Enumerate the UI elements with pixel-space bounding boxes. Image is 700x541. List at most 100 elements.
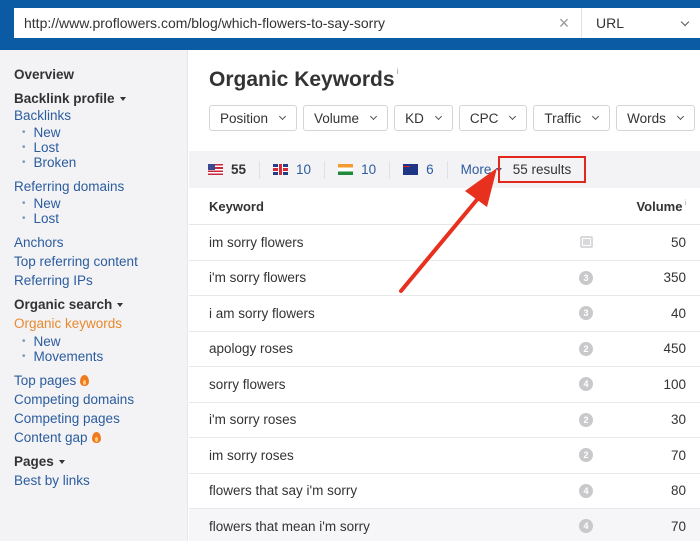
chevron-down-icon <box>434 112 442 121</box>
country-au[interactable]: 6 <box>403 160 448 179</box>
fire-icon <box>91 432 101 443</box>
section-label: Backlink profile <box>14 91 115 106</box>
filter-label: Volume <box>314 110 360 126</box>
volume-value: 80 <box>670 483 686 499</box>
sidebar-section-pages[interactable]: Pages <box>14 454 187 469</box>
in-flag-icon <box>338 164 354 175</box>
bullet-icon: • <box>22 198 26 209</box>
bullet-icon: • <box>22 351 26 362</box>
title-text: Organic Keywords <box>209 68 395 91</box>
serp-features-count-badge[interactable]: 2 <box>579 448 593 463</box>
sidebar-item-competing-pages[interactable]: Competing pages <box>14 411 187 426</box>
serp-features-count-badge[interactable]: 3 <box>579 306 593 321</box>
clear-icon[interactable]: × <box>547 8 581 38</box>
info-icon[interactable]: i <box>397 67 399 76</box>
keyword-link[interactable]: apology roses <box>209 341 579 356</box>
more-countries-button[interactable]: More <box>461 162 503 177</box>
more-label: More <box>460 162 492 177</box>
keyword-link[interactable]: flowers that say i'm sorry <box>209 483 579 498</box>
sidebar-item-referring-domains[interactable]: Referring domains <box>14 179 187 194</box>
chevron-down-icon <box>370 112 378 121</box>
results-count-highlight: 55 results <box>498 156 586 183</box>
keyword-link[interactable]: i'm sorry roses <box>209 412 579 427</box>
sidebar-item-anchors[interactable]: Anchors <box>14 235 187 250</box>
gb-flag-icon <box>273 164 289 175</box>
filter-label: CPC <box>469 110 499 126</box>
country-in[interactable]: 10 <box>338 160 391 179</box>
image-serp-feature-icon[interactable] <box>580 236 593 249</box>
volume-value: 40 <box>670 305 686 321</box>
sidebar-item-backlinks-lost[interactable]: • Lost <box>14 140 187 155</box>
keyword-link[interactable]: sorry flowers <box>209 377 579 392</box>
serp-features-count-badge[interactable]: 4 <box>579 519 593 534</box>
volume-value: 30 <box>670 412 686 428</box>
sidebar: Overview Backlink profile Backlinks • New… <box>0 50 188 541</box>
sidebar-item-organic-keywords-new[interactable]: • New <box>14 334 187 349</box>
item-label: Movements <box>33 349 104 364</box>
item-label: Top pages <box>14 373 77 388</box>
sidebar-item-referring-ips[interactable]: Referring IPs <box>14 273 187 288</box>
table-body: im sorry flowers 50 i'm sorry flowers 3 350 i… <box>189 225 700 541</box>
country-bar: 55 10 10 6 More 55 results <box>189 151 700 188</box>
filter-kd[interactable]: KD <box>394 105 453 131</box>
mode-select-value: URL <box>596 15 625 31</box>
chevron-down-icon <box>278 112 287 121</box>
sidebar-item-content-gap[interactable]: Content gap <box>14 430 187 445</box>
table-row: flowers that mean i'm sorry 4 70 <box>189 509 700 541</box>
caret-down-icon <box>58 460 65 464</box>
sidebar-section-organic-search[interactable]: Organic search <box>14 297 187 312</box>
filter-label: Position <box>220 110 269 126</box>
volume-value: 70 <box>670 447 686 463</box>
url-input[interactable] <box>14 8 547 38</box>
table-row: i am sorry flowers 3 40 <box>189 296 700 332</box>
mode-select[interactable]: URL <box>581 8 700 38</box>
item-label: New <box>33 125 61 140</box>
info-icon[interactable]: i <box>684 200 686 207</box>
keyword-link[interactable]: i'm sorry flowers <box>209 270 579 285</box>
serp-features-count-badge[interactable]: 4 <box>579 483 593 498</box>
sidebar-item-best-by-links[interactable]: Best by links <box>14 473 187 488</box>
keyword-link[interactable]: i am sorry flowers <box>209 306 579 321</box>
main-content: Organic Keywords i Position Volume KD CPC… <box>189 50 700 541</box>
chevron-down-icon <box>676 112 684 121</box>
sidebar-section-backlink-profile[interactable]: Backlink profile <box>14 91 187 106</box>
serp-features-count-badge[interactable]: 4 <box>579 377 593 392</box>
sidebar-item-backlinks-new[interactable]: • New <box>14 125 187 140</box>
sidebar-item-overview[interactable]: Overview <box>14 67 187 82</box>
country-count: 10 <box>361 162 377 177</box>
bullet-icon: • <box>22 127 26 138</box>
keywords-table: Keyword Volume i im sorry flowers 50 i'm so… <box>189 188 700 541</box>
serp-features-count-badge[interactable]: 2 <box>579 341 593 356</box>
country-gb[interactable]: 10 <box>273 160 326 179</box>
keyword-link[interactable]: im sorry roses <box>209 448 579 463</box>
bullet-icon: • <box>22 213 26 224</box>
sidebar-item-top-referring-content[interactable]: Top referring content <box>14 254 187 269</box>
filter-cpc[interactable]: CPC <box>458 105 528 131</box>
filter-position[interactable]: Position <box>209 105 298 131</box>
sidebar-item-top-pages[interactable]: Top pages <box>14 373 187 388</box>
bullet-icon: • <box>22 157 26 168</box>
filter-traffic[interactable]: Traffic <box>533 105 611 131</box>
sidebar-item-backlinks-broken[interactable]: • Broken <box>14 155 187 170</box>
sidebar-item-organic-keywords-movements[interactable]: • Movements <box>14 349 187 364</box>
country-us[interactable]: 55 <box>208 160 261 179</box>
chevron-down-icon <box>680 17 690 26</box>
filter-label: Words <box>627 110 666 126</box>
filter-volume[interactable]: Volume <box>303 105 389 131</box>
sidebar-item-referring-domains-lost[interactable]: • Lost <box>14 211 187 226</box>
column-header-keyword[interactable]: Keyword <box>209 199 636 214</box>
country-count: 10 <box>296 162 312 177</box>
filter-words[interactable]: Words <box>616 105 695 131</box>
sidebar-item-referring-domains-new[interactable]: • New <box>14 196 187 211</box>
serp-features-count-badge[interactable]: 3 <box>579 270 593 285</box>
column-header-volume[interactable]: Volume i <box>636 199 686 214</box>
serp-features-count-badge[interactable]: 2 <box>579 412 593 427</box>
item-label: Broken <box>33 155 77 170</box>
sidebar-item-organic-keywords[interactable]: Organic keywords <box>14 316 187 331</box>
keyword-link[interactable]: flowers that mean i'm sorry <box>209 519 579 534</box>
sidebar-item-backlinks[interactable]: Backlinks <box>14 108 187 123</box>
sidebar-item-competing-domains[interactable]: Competing domains <box>14 392 187 407</box>
caret-down-icon <box>119 97 126 101</box>
item-label: Lost <box>33 140 60 155</box>
keyword-link[interactable]: im sorry flowers <box>209 235 580 250</box>
